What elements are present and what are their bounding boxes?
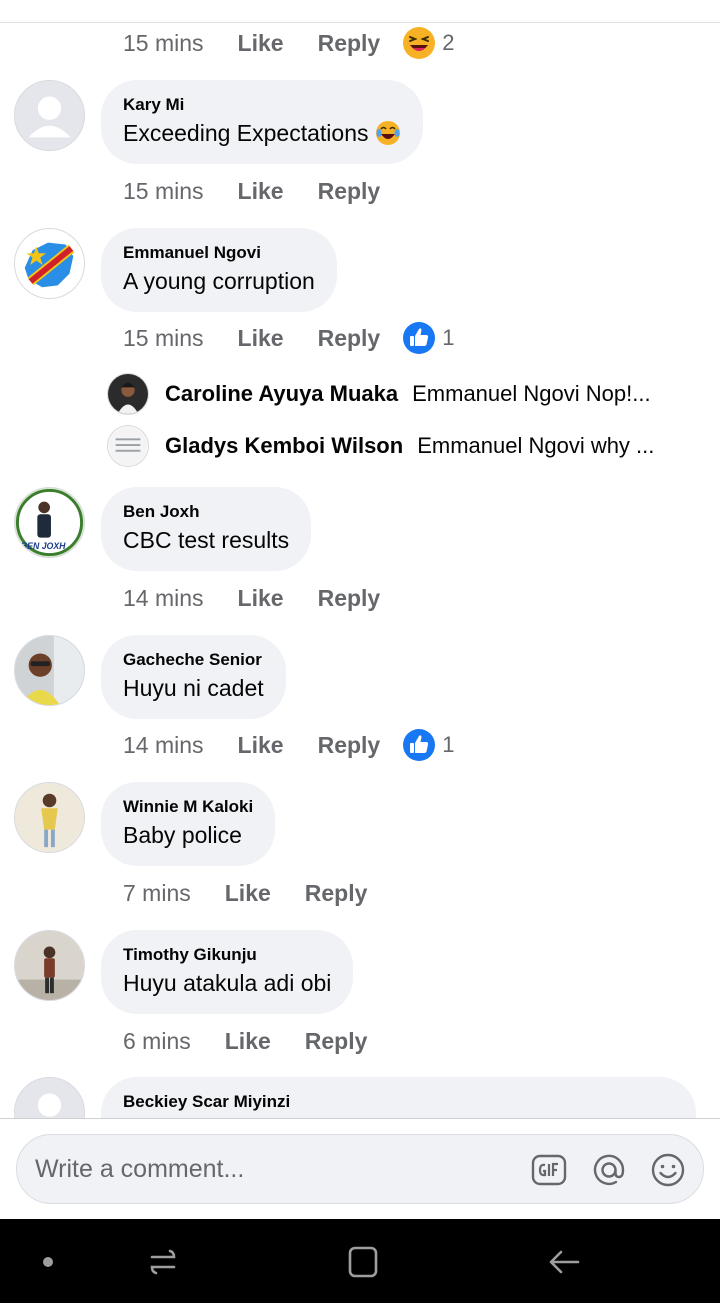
- avatar: [107, 425, 149, 467]
- reply-text: Emmanuel Ngovi why ...: [417, 433, 655, 458]
- comment-text-body: Exceeding Expectations: [123, 120, 369, 146]
- reply-button[interactable]: Reply: [318, 585, 381, 612]
- reaction-summary[interactable]: 2: [402, 26, 454, 60]
- reaction-count: 1: [442, 732, 455, 757]
- comment-bubble[interactable]: Beckiey Scar Miyinzi: [101, 1077, 696, 1118]
- reply-text: Emmanuel Ngovi Nop!...: [412, 381, 651, 406]
- avatar[interactable]: [14, 635, 85, 706]
- comment-text: A young corruption: [123, 268, 315, 294]
- comment-text: Huyu atakula adi obi: [123, 970, 332, 996]
- tears-of-joy-emoji-icon: [375, 120, 401, 146]
- reaction-summary[interactable]: 1: [402, 728, 454, 762]
- reply-button[interactable]: Reply: [318, 325, 381, 352]
- reaction-count: 2: [442, 30, 455, 55]
- reaction-summary[interactable]: 1: [402, 321, 454, 355]
- recents-icon[interactable]: [140, 1239, 186, 1285]
- comment-input[interactable]: [35, 1135, 525, 1203]
- dot-icon[interactable]: [25, 1239, 71, 1285]
- back-icon[interactable]: [542, 1239, 588, 1285]
- reply-author-name[interactable]: Caroline Ayuya Muaka: [165, 381, 398, 407]
- avatar[interactable]: [14, 228, 85, 299]
- commenter-name[interactable]: Kary Mi: [123, 95, 401, 115]
- commenter-name[interactable]: Gacheche Senior: [123, 650, 264, 670]
- reply-button[interactable]: Reply: [318, 178, 381, 205]
- comment-bubble[interactable]: Kary Mi Exceeding Expectations: [101, 80, 423, 164]
- comment-meta: 6 mins Like Reply: [123, 1024, 367, 1058]
- comment-meta: 7 mins Like Reply: [123, 876, 367, 910]
- comment-meta: 14 mins Like Reply 1: [123, 728, 454, 762]
- commenter-name[interactable]: Ben Joxh: [123, 502, 289, 522]
- home-icon[interactable]: [340, 1239, 386, 1285]
- comment-text: Exceeding Expectations: [123, 118, 401, 148]
- avatar[interactable]: [14, 80, 85, 151]
- system-navigation-bar: [0, 1219, 720, 1303]
- like-button[interactable]: Like: [238, 732, 284, 759]
- reply-preview[interactable]: Caroline Ayuya Muaka Emmanuel Ngovi Nop!…: [107, 373, 707, 415]
- reply-author-name[interactable]: Gladys Kemboi Wilson: [165, 433, 403, 459]
- comments-feed[interactable]: 15 mins Like Reply 2 Kary Mi Exceeding E…: [0, 0, 720, 1118]
- reply-button[interactable]: Reply: [305, 1028, 368, 1055]
- comment-text: Huyu ni cadet: [123, 675, 264, 701]
- avatar[interactable]: BEN JOXH: [14, 487, 85, 558]
- reply-button[interactable]: Reply: [305, 880, 368, 907]
- like-button[interactable]: Like: [238, 325, 284, 352]
- comment-time: 7 mins: [123, 879, 191, 906]
- reply-button[interactable]: Reply: [318, 30, 381, 57]
- commenter-name[interactable]: Beckiey Scar Miyinzi: [123, 1092, 674, 1112]
- avatar[interactable]: [14, 930, 85, 1001]
- avatar[interactable]: [14, 1077, 85, 1118]
- comment-bubble[interactable]: Gacheche Senior Huyu ni cadet: [101, 635, 286, 719]
- comment-bubble[interactable]: Emmanuel Ngovi A young corruption: [101, 228, 337, 312]
- reply-preview[interactable]: Gladys Kemboi Wilson Emmanuel Ngovi why …: [107, 425, 707, 467]
- like-button[interactable]: Like: [225, 880, 271, 907]
- comment-time: 15 mins: [123, 324, 204, 351]
- commenter-name[interactable]: Winnie M Kaloki: [123, 797, 253, 817]
- comment-text: CBC test results: [123, 527, 290, 553]
- comment-time: 15 mins: [123, 29, 204, 56]
- mention-icon[interactable]: [590, 1151, 628, 1189]
- comment-time: 14 mins: [123, 584, 204, 611]
- divider: [0, 22, 720, 23]
- laughing-emoji-icon: [402, 26, 436, 60]
- comment-bubble[interactable]: Timothy Gikunju Huyu atakula adi obi: [101, 930, 354, 1014]
- avatar-caption: BEN JOXH: [21, 541, 66, 551]
- like-button[interactable]: Like: [238, 585, 284, 612]
- comment-time: 6 mins: [123, 1027, 191, 1054]
- reaction-count: 1: [442, 325, 455, 350]
- like-button[interactable]: Like: [238, 30, 284, 57]
- gif-icon[interactable]: [530, 1151, 568, 1189]
- thumbs-up-icon: [402, 728, 436, 762]
- comment-time: 14 mins: [123, 731, 204, 758]
- comment-meta: 15 mins Like Reply 1: [123, 321, 454, 355]
- comment-meta: 14 mins Like Reply: [123, 581, 380, 615]
- thumbs-up-icon: [402, 321, 436, 355]
- like-button[interactable]: Like: [225, 1028, 271, 1055]
- commenter-name[interactable]: Timothy Gikunju: [123, 945, 331, 965]
- comment-composer[interactable]: [16, 1134, 704, 1204]
- comment-bubble[interactable]: Winnie M Kaloki Baby police: [101, 782, 276, 866]
- reply-button[interactable]: Reply: [318, 732, 381, 759]
- comment-meta: 15 mins Like Reply 2: [123, 26, 454, 60]
- comment-text: Baby police: [123, 822, 242, 848]
- emoji-icon[interactable]: [649, 1151, 687, 1189]
- like-button[interactable]: Like: [238, 178, 284, 205]
- comment-meta: 15 mins Like Reply: [123, 174, 380, 208]
- avatar[interactable]: [14, 782, 85, 853]
- commenter-name[interactable]: Emmanuel Ngovi: [123, 243, 315, 263]
- comment-time: 15 mins: [123, 177, 204, 204]
- comment-bubble[interactable]: Ben Joxh CBC test results: [101, 487, 312, 571]
- avatar: [107, 373, 149, 415]
- comment-composer-bar: [0, 1118, 720, 1219]
